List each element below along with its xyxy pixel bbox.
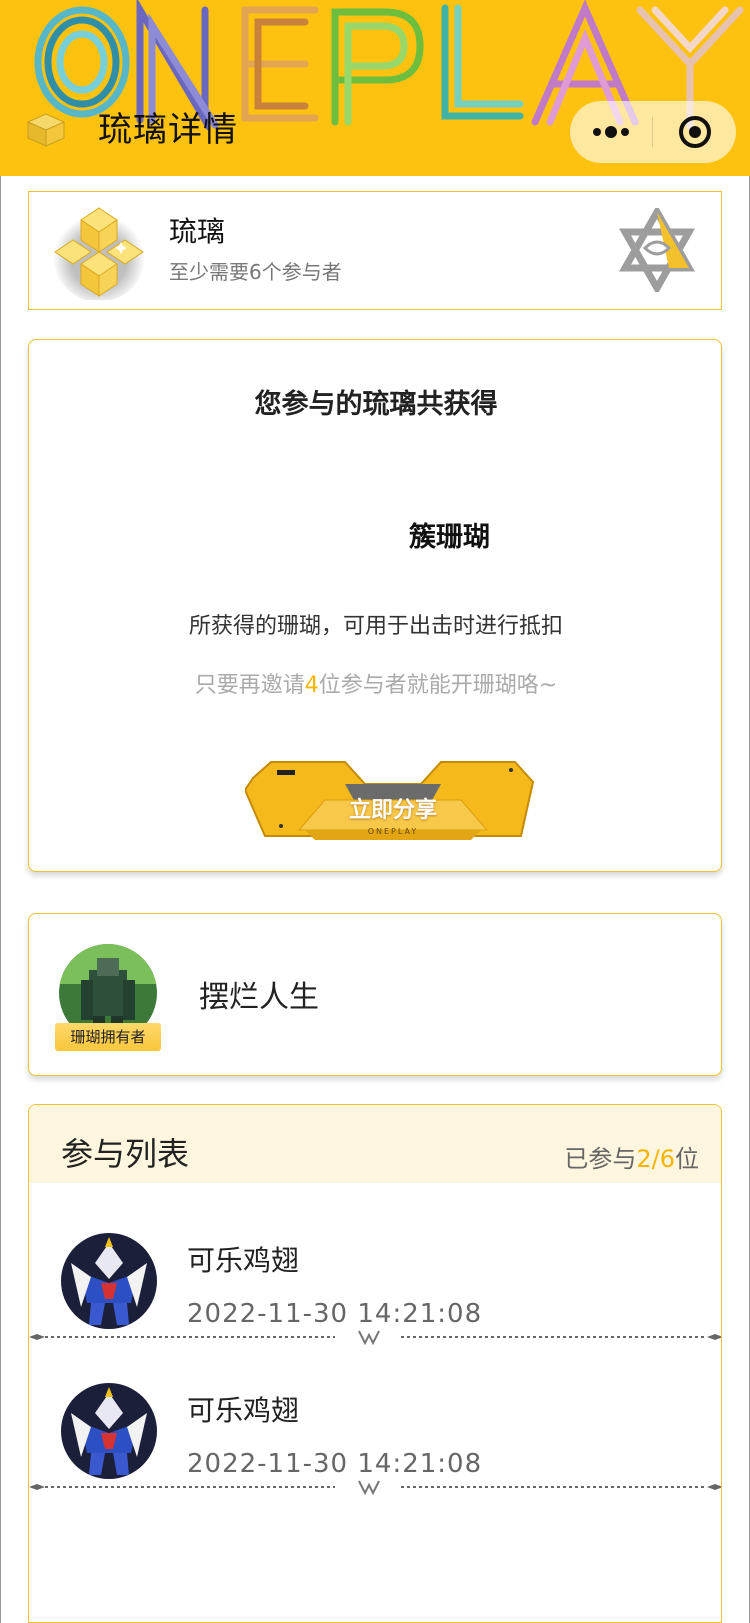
participant-count-value: 2/6 [636, 1145, 675, 1173]
glass-name: 琉璃 [169, 215, 226, 248]
target-icon[interactable] [653, 101, 736, 163]
top-nav-bar: 琉璃详情 [0, 0, 750, 176]
invite-prefix: 只要再邀请 [194, 673, 305, 698]
brand-letter-l [441, 4, 524, 120]
star-badge-icon [619, 208, 695, 292]
page-title: 琉璃详情 [98, 110, 238, 150]
dotted-divider [29, 1330, 721, 1346]
participant-list-card: 参与列表 已参与2/6位 可乐鸡翅 2022-11-30 14:21:08 可乐… [28, 1104, 722, 1623]
participant-requirement: 至少需要6个参与者 [169, 260, 342, 284]
participant-list-header: 参与列表 已参与2/6位 [29, 1105, 721, 1183]
participant-count-suffix: 位 [675, 1145, 699, 1173]
more-dots-icon[interactable] [570, 101, 652, 163]
brand-letter-e [241, 6, 319, 122]
invite-count: 4 [304, 673, 319, 698]
share-button-brand: ONEPLAY [367, 827, 419, 836]
participant-count: 已参与2/6位 [564, 1139, 699, 1174]
reward-card: 您参与的琉璃共获得 簇珊瑚 所获得的珊瑚，可用于出击时进行抵扣 只要再邀请4位参… [28, 339, 722, 872]
participant-count-prefix: 已参与 [564, 1145, 637, 1173]
brand-letter-p [331, 8, 424, 126]
invite-suffix: 位参与者就能开珊瑚咯~ [318, 673, 558, 698]
participant-name: 可乐鸡翅 [187, 1244, 300, 1277]
invite-hint: 只要再邀请4位参与者就能开珊瑚咯~ [29, 667, 723, 699]
participant-avatar [61, 1383, 157, 1479]
mini-program-capsule [570, 101, 736, 163]
back-chevron-icon[interactable] [24, 108, 68, 152]
coral-owner-tag: 珊瑚拥有者 [55, 1023, 161, 1051]
dotted-divider [29, 1480, 721, 1496]
participant-list-title: 参与列表 [61, 1135, 190, 1173]
coral-owner-card: 珊瑚拥有者 摆烂人生 [28, 913, 722, 1076]
gem-cluster-icon [53, 207, 145, 300]
participant-name: 可乐鸡翅 [187, 1394, 300, 1427]
frame-border-left [0, 176, 1, 1623]
owner-name: 摆烂人生 [199, 980, 319, 1015]
reward-description: 所获得的珊瑚，可用于出击时进行抵扣 [188, 614, 563, 639]
participant-join-time: 2022-11-30 14:21:08 [187, 1299, 483, 1329]
participant-join-time: 2022-11-30 14:21:08 [187, 1449, 483, 1479]
reward-title: 您参与的琉璃共获得 [254, 389, 498, 420]
participant-avatar [61, 1233, 157, 1329]
glass-summary-card: 琉璃 至少需要6个参与者 [28, 191, 722, 310]
reward-amount: 簇珊瑚 [409, 522, 490, 553]
brand-letter-o [34, 6, 130, 118]
